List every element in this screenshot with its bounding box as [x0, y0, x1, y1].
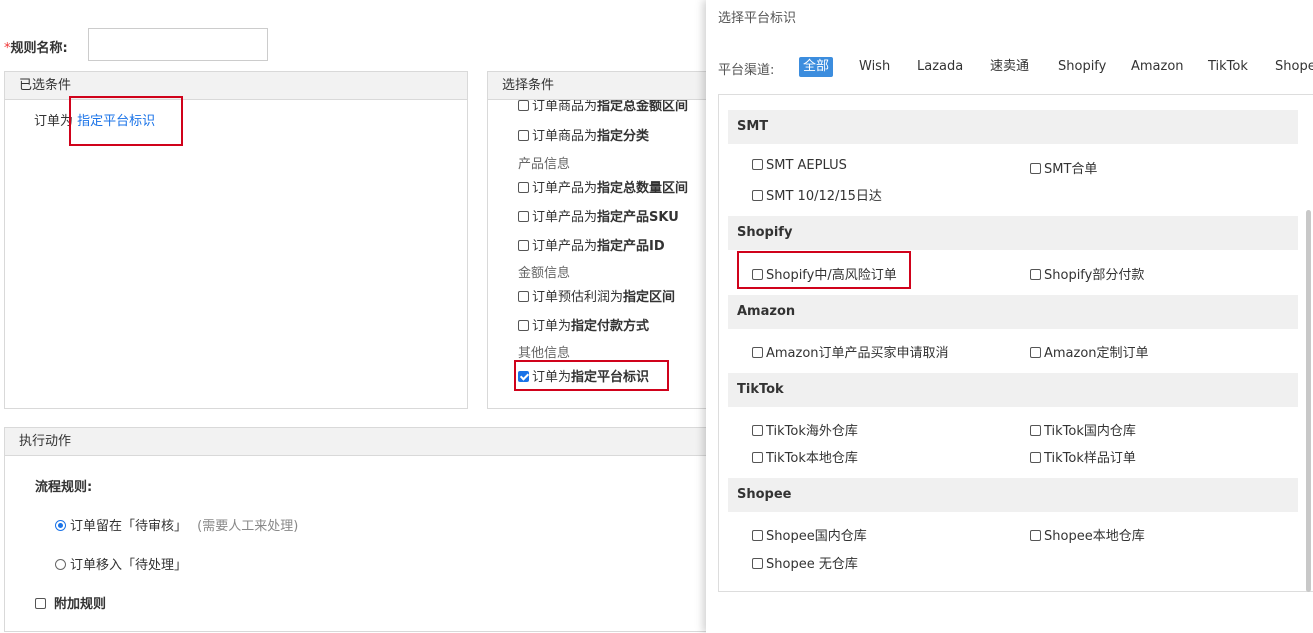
checkbox[interactable]: [752, 558, 763, 569]
checkbox[interactable]: [752, 452, 763, 463]
section-shopify: Shopify: [728, 216, 1298, 250]
channel-label: 平台渠道:: [718, 63, 775, 78]
option-smt-delivery[interactable]: SMT 10/12/15日达: [752, 185, 882, 204]
condition-profit-range[interactable]: 订单预估利润为指定区间: [518, 286, 675, 305]
section-shopee: Shopee: [728, 478, 1298, 512]
option-amazon-cancel[interactable]: Amazon订单产品买家申请取消: [752, 342, 949, 361]
checkbox[interactable]: [518, 182, 529, 193]
checkbox[interactable]: [1030, 269, 1041, 280]
option-tiktok-domestic[interactable]: TikTok国内仓库: [1030, 420, 1136, 439]
checkbox[interactable]: [1030, 530, 1041, 541]
checkbox[interactable]: [35, 598, 46, 609]
checkbox[interactable]: [518, 211, 529, 222]
checkbox[interactable]: [518, 130, 529, 141]
flow-rule-label: 流程规则:: [35, 480, 93, 495]
extra-rule-checkbox[interactable]: 附加规则: [35, 593, 106, 612]
section-tiktok: TikTok: [728, 373, 1298, 407]
radio-note: (需要人工来处理): [197, 519, 299, 534]
highlight-box: [737, 251, 911, 289]
group-product-info: 产品信息: [518, 157, 571, 172]
condition-category[interactable]: 订单商品为指定分类: [518, 125, 649, 144]
rule-name-label: *规则名称:: [4, 41, 68, 56]
checkbox[interactable]: [752, 425, 763, 436]
option-tiktok-local[interactable]: TikTok本地仓库: [752, 447, 858, 466]
checkbox[interactable]: [518, 100, 529, 111]
checkbox[interactable]: [752, 159, 763, 170]
checkbox[interactable]: [1030, 163, 1041, 174]
radio-stay-pending-review[interactable]: 订单留在「待审核」 (需要人工来处理): [55, 515, 298, 534]
group-amount-info: 金额信息: [518, 266, 571, 281]
rule-name-input[interactable]: [88, 28, 268, 61]
radio-selected[interactable]: [55, 520, 66, 531]
highlight-box: [514, 360, 669, 391]
condition-product-sku[interactable]: 订单产品为指定产品SKU: [518, 206, 679, 225]
checkbox[interactable]: [518, 320, 529, 331]
tab-aliexpress[interactable]: 速卖通: [990, 57, 1029, 77]
option-shopee-local[interactable]: Shopee本地仓库: [1030, 525, 1145, 544]
scrollbar[interactable]: [1306, 210, 1311, 592]
drawer-title: 选择平台标识: [718, 11, 797, 26]
option-shopee-no-warehouse[interactable]: Shopee 无仓库: [752, 553, 858, 572]
option-tiktok-sample[interactable]: TikTok样品订单: [1030, 447, 1136, 466]
tab-tiktok[interactable]: TikTok: [1208, 57, 1248, 77]
option-smt-aeplus[interactable]: SMT AEPLUS: [752, 158, 847, 173]
checkbox[interactable]: [752, 347, 763, 358]
checkbox[interactable]: [752, 190, 763, 201]
actions-title: 执行动作: [5, 428, 716, 456]
choose-conditions-panel: 选择条件 订单商品为指定总金额区间 订单商品为指定分类 产品信息 订单产品为指定…: [487, 71, 717, 409]
tab-all[interactable]: 全部: [799, 57, 834, 77]
option-shopee-domestic[interactable]: Shopee国内仓库: [752, 525, 867, 544]
section-smt: SMT: [728, 110, 1298, 144]
checkbox[interactable]: [518, 291, 529, 302]
tab-lazada[interactable]: Lazada: [917, 57, 963, 77]
option-amazon-custom[interactable]: Amazon定制订单: [1030, 342, 1149, 361]
actions-panel: 执行动作 流程规则: 订单留在「待审核」 (需要人工来处理) 订单移入「待处理」…: [4, 427, 717, 632]
option-shopify-partial-pay[interactable]: Shopify部分付款: [1030, 264, 1144, 283]
option-smt-combined[interactable]: SMT合单: [1030, 158, 1097, 177]
condition-quantity-range[interactable]: 订单产品为指定总数量区间: [518, 177, 688, 196]
tab-wish[interactable]: Wish: [859, 57, 890, 77]
conditions-list: 订单商品为指定总金额区间 订单商品为指定分类 产品信息 订单产品为指定总数量区间…: [488, 100, 704, 392]
checkbox[interactable]: [752, 530, 763, 541]
checkbox[interactable]: [1030, 347, 1041, 358]
condition-product-id[interactable]: 订单产品为指定产品ID: [518, 235, 665, 254]
section-amazon: Amazon: [728, 295, 1298, 329]
condition-amount-range[interactable]: 订单商品为指定总金额区间: [518, 100, 688, 114]
checkbox[interactable]: [518, 240, 529, 251]
radio-move-to-pending[interactable]: 订单移入「待处理」: [55, 554, 187, 573]
highlight-box: [69, 96, 183, 146]
checkbox[interactable]: [1030, 452, 1041, 463]
checkbox[interactable]: [1030, 425, 1041, 436]
tab-shopify[interactable]: Shopify: [1058, 57, 1106, 77]
condition-payment-method[interactable]: 订单为指定付款方式: [518, 315, 649, 334]
choose-conditions-title: 选择条件: [488, 72, 716, 100]
tab-shopee[interactable]: Shope: [1275, 57, 1313, 77]
platform-tag-drawer: 选择平台标识 平台渠道: 全部 Wish Lazada 速卖通 Shopify …: [706, 0, 1313, 633]
tab-amazon[interactable]: Amazon: [1131, 57, 1184, 77]
radio-unselected[interactable]: [55, 559, 66, 570]
group-other-info: 其他信息: [518, 346, 571, 361]
option-tiktok-overseas[interactable]: TikTok海外仓库: [752, 420, 858, 439]
